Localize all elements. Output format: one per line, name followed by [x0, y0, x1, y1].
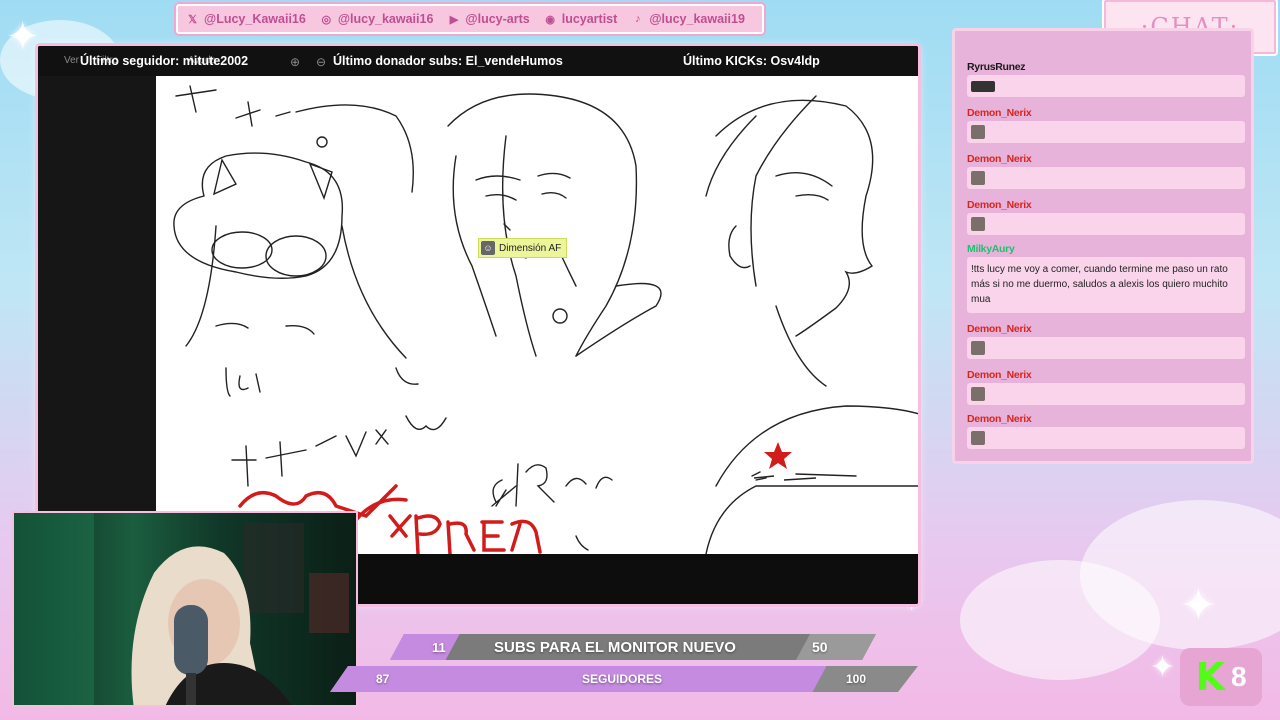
social-discord[interactable]: ◉ lucyartist [544, 12, 618, 26]
chat-username: Demon_Nerix [967, 153, 1032, 165]
drawing-canvas[interactable]: ☺ Dimensión AF [156, 76, 918, 554]
stamp-label: Dimensión AF [499, 242, 562, 254]
zoom-out-icon[interactable]: ⊖ [316, 55, 326, 69]
kick-count: 8 [1230, 661, 1247, 692]
chat-message: Demon_Nerix [967, 323, 1247, 359]
subs-goal-bar: 11 SUBS PARA EL MONITOR NUEVO 50 [390, 634, 876, 660]
chat-username: Demon_Nerix [967, 413, 1032, 425]
chat-username: Demon_Nerix [967, 107, 1032, 119]
emote-icon [971, 217, 985, 231]
emote-icon [971, 431, 985, 445]
chat-bubble [967, 213, 1245, 235]
last-donor-label: Último donador subs: El_vendeHumos [333, 54, 563, 68]
chat-username: MilkyAury [967, 243, 1015, 255]
chat-panel: RyrusRunez Demon_Nerix Demon_Nerix Demon… [952, 28, 1254, 464]
social-handle: @lucy-arts [465, 12, 530, 26]
chat-username: RyrusRunez [967, 61, 1026, 73]
chat-bubble [967, 427, 1245, 449]
chat-text: !tts lucy me voy a comer, cuando termine… [971, 264, 1228, 305]
last-kick-label: Último KICKs: Osv4ldp [683, 54, 820, 68]
x-icon: 𝕏 [188, 13, 197, 26]
chat-username: Demon_Nerix [967, 369, 1032, 381]
sparkle-icon: ✦ [6, 14, 40, 60]
annotation-stamp[interactable]: ☺ Dimensión AF [478, 238, 568, 258]
app-toolbar: Ver Filtro Ayuda ⊕ ⊖ Último seguidor: mi… [38, 46, 918, 76]
youtube-icon: ▶ [449, 13, 459, 26]
streamer-video [14, 513, 349, 705]
sketch-artwork [173, 85, 918, 554]
chat-bubble [967, 121, 1245, 143]
emote-icon [971, 387, 985, 401]
emote-icon [971, 80, 995, 92]
social-x[interactable]: 𝕏 @Lucy_Kawaii16 [186, 12, 306, 26]
chat-message: Demon_Nerix [967, 369, 1247, 405]
tiktok-icon: ♪ [635, 13, 641, 25]
social-instagram[interactable]: ◎ @lucy_kawaii16 [320, 12, 434, 26]
social-youtube[interactable]: ▶ @lucy-arts [447, 12, 530, 26]
social-handle: @lucy_kawaii16 [337, 12, 434, 26]
red-star-mark [764, 442, 792, 469]
social-tiktok[interactable]: ♪ @lucy_kawaii19 [631, 12, 745, 26]
chat-username: Demon_Nerix [967, 323, 1032, 335]
kick-logo-icon: K [1195, 655, 1225, 699]
zoom-in-icon[interactable]: ⊕ [290, 55, 300, 69]
followers-goal-label: SEGUIDORES [582, 672, 663, 686]
discord-icon: ◉ [545, 13, 556, 26]
emote-icon [971, 341, 985, 355]
emote-icon [971, 171, 985, 185]
kick-badge: K 8 [1180, 648, 1262, 706]
chat-bubble [967, 383, 1245, 405]
subs-current: 11 [432, 639, 446, 655]
chat-message: Demon_Nerix [967, 107, 1247, 143]
chat-message: Demon_Nerix [967, 153, 1247, 189]
followers-current: 87 [376, 672, 390, 686]
followers-target: 100 [846, 672, 867, 686]
social-handle: @lucy_kawaii19 [649, 12, 745, 26]
chat-message: Demon_Nerix [967, 199, 1247, 235]
tool-panel[interactable] [38, 76, 156, 556]
chat-bubble [967, 167, 1245, 189]
chat-message: Demon_Nerix [967, 413, 1247, 449]
emote-icon [971, 125, 985, 139]
chat-bubble [967, 337, 1245, 359]
chat-username: Demon_Nerix [967, 199, 1032, 211]
chat-message: RyrusRunez [967, 61, 1247, 97]
social-handle: lucyartist [561, 12, 618, 26]
sparkle-icon: ✦ [1150, 650, 1176, 685]
last-follower-label: Último seguidor: mitute2002 [80, 54, 249, 68]
subs-goal-label: SUBS PARA EL MONITOR NUEVO [494, 638, 736, 656]
webcam-feed [12, 511, 358, 707]
social-handle: @Lucy_Kawaii16 [204, 12, 306, 26]
menu-view[interactable]: Ver [64, 55, 79, 66]
followers-goal-bar: 87 SEGUIDORES 100 [330, 666, 918, 692]
sparkle-icon: ✦ [1180, 580, 1217, 631]
chat-bubble: !tts lucy me voy a comer, cuando termine… [967, 257, 1245, 313]
social-links-bar: 𝕏 @Lucy_Kawaii16 ◎ @lucy_kawaii16 ▶ @lucy-a… [176, 4, 764, 34]
avatar-icon: ☺ [481, 241, 495, 255]
chat-bubble [967, 75, 1245, 97]
instagram-icon: ◎ [321, 13, 332, 26]
subs-target: 50 [812, 639, 828, 655]
chat-message: MilkyAury !tts lucy me voy a comer, cuan… [967, 243, 1247, 313]
